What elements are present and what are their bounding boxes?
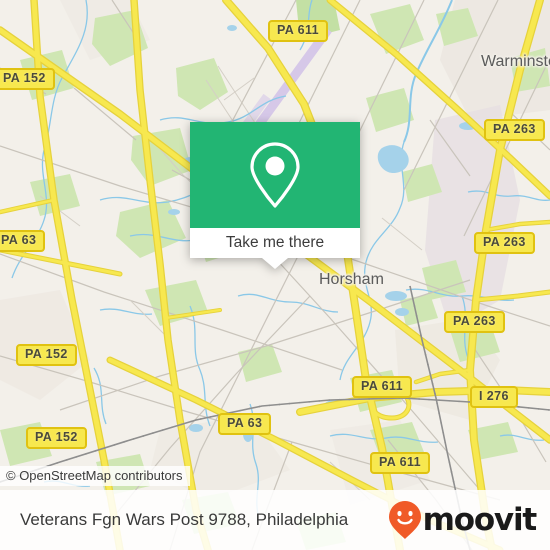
take-me-there-popup[interactable]: Take me there bbox=[190, 122, 360, 269]
shield-pa-63-south[interactable]: PA 63 bbox=[218, 413, 272, 435]
shield-pa-611-south[interactable]: PA 611 bbox=[370, 452, 431, 474]
map-screenshot: .park { fill:#cfe6b3; } .parkd { fill:#c… bbox=[0, 0, 550, 550]
moovit-smiley-pin-icon bbox=[388, 501, 421, 539]
popup-pointer-tail bbox=[262, 258, 288, 269]
shield-pa-263-north[interactable]: PA 263 bbox=[484, 119, 545, 141]
shield-pa-152-southwest[interactable]: PA 152 bbox=[16, 344, 77, 366]
bottom-info-bar: Veterans Fgn Wars Post 9788, Philadelphi… bbox=[0, 490, 550, 550]
shield-i-276[interactable]: I 276 bbox=[470, 386, 518, 408]
moovit-logo[interactable]: moovit bbox=[388, 500, 538, 540]
location-title: Veterans Fgn Wars Post 9788, Philadelphi… bbox=[20, 510, 349, 529]
popup-image-area bbox=[190, 122, 360, 228]
shield-pa-263-mid[interactable]: PA 263 bbox=[474, 232, 535, 254]
location-pin-icon bbox=[250, 142, 300, 208]
place-label-horsham: Horsham bbox=[319, 271, 384, 288]
moovit-wordmark: moovit bbox=[422, 501, 538, 538]
shield-pa-63-west[interactable]: PA 63 bbox=[0, 230, 46, 252]
shield-pa-263-south[interactable]: PA 263 bbox=[444, 311, 505, 333]
shield-pa-152-south[interactable]: PA 152 bbox=[26, 427, 87, 449]
take-me-there-label: Take me there bbox=[225, 234, 325, 251]
place-label-warminster: Warminster bbox=[481, 53, 550, 70]
map-attribution[interactable]: © OpenStreetMap contributors bbox=[0, 466, 190, 486]
popup-action-bar[interactable]: Take me there bbox=[190, 228, 360, 269]
shield-pa-611-mid[interactable]: PA 611 bbox=[352, 376, 413, 398]
shield-pa-152-northwest[interactable]: PA 152 bbox=[0, 68, 55, 90]
shield-pa-611-north[interactable]: PA 611 bbox=[268, 20, 329, 42]
